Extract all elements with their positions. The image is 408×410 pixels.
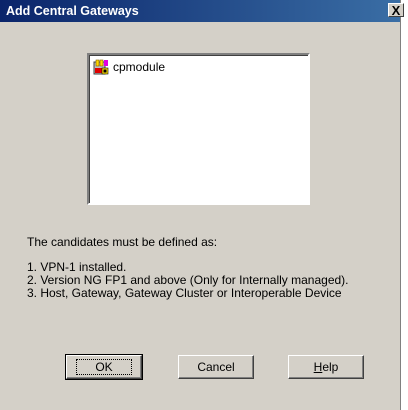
close-icon: X bbox=[391, 3, 401, 18]
add-central-gateways-dialog: Add Central Gateways X cpmodule The cand… bbox=[0, 0, 404, 410]
title-bar[interactable]: Add Central Gateways X bbox=[0, 0, 404, 22]
rule-text: 2. Version NG FP1 and above (Only for In… bbox=[27, 273, 349, 287]
list-item-label: cpmodule bbox=[113, 60, 166, 74]
candidates-listbox[interactable]: cpmodule bbox=[87, 53, 310, 205]
ok-button[interactable]: OK bbox=[65, 354, 143, 380]
check-point-module-icon bbox=[93, 59, 109, 75]
list-item[interactable]: cpmodule bbox=[93, 59, 165, 75]
help-button[interactable]: Help bbox=[288, 355, 364, 379]
cancel-button-label: Cancel bbox=[197, 360, 235, 374]
close-button[interactable]: X bbox=[388, 3, 404, 18]
ok-button-label: OK bbox=[76, 359, 132, 375]
cancel-button[interactable]: Cancel bbox=[178, 355, 254, 379]
rule-text: 3. Host, Gateway, Gateway Cluster or Int… bbox=[27, 286, 342, 300]
rule-text: 1. VPN-1 installed. bbox=[27, 260, 127, 274]
help-button-label: Help bbox=[313, 360, 339, 374]
dialog-title: Add Central Gateways bbox=[6, 4, 139, 18]
candidates-intro-text: The candidates must be defined as: bbox=[27, 235, 218, 249]
